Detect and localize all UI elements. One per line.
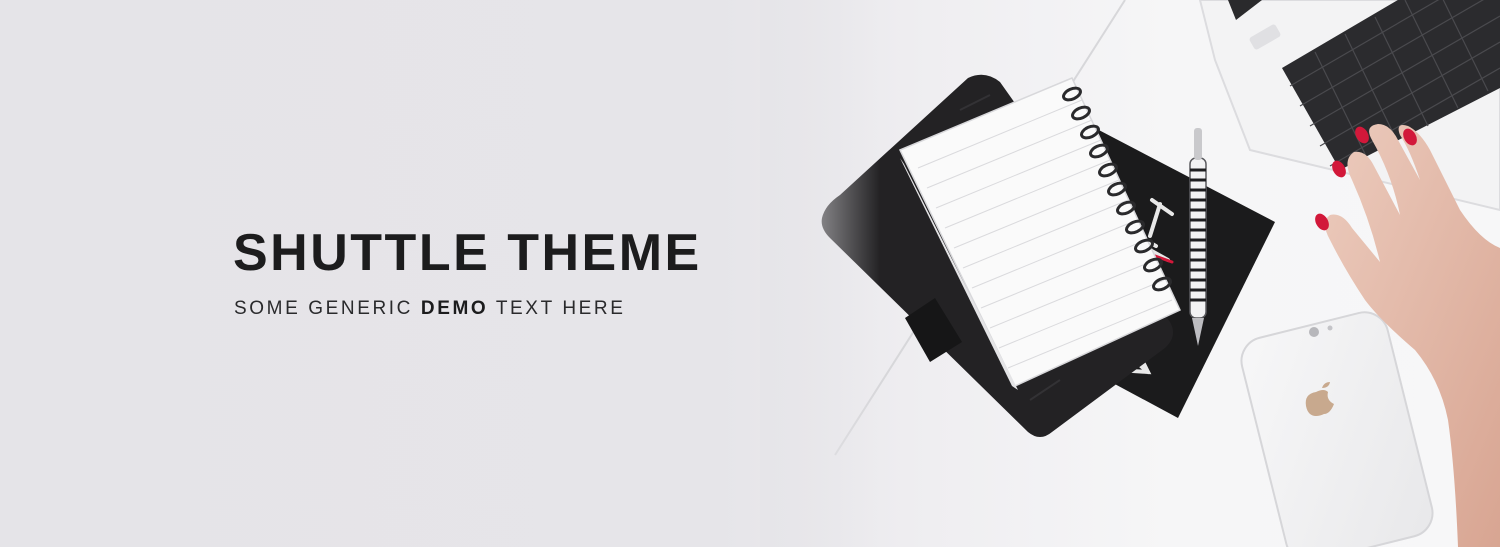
hero-subtitle-before: SOME GENERIC [234,298,421,319]
pen-icon [1189,128,1207,346]
hero-banner: SHUTTLE THEME SOME GENERIC DEMO TEXT HER… [0,0,1500,547]
hero-subtitle-after: TEXT HERE [488,298,626,319]
hero-subtitle-emphasis: DEMO [420,298,489,319]
hero-photo [760,0,1500,547]
laptop-keyboard-icon [1198,0,1500,212]
hero-title: SHUTTLE THEME [233,224,702,282]
hero-subtitle: SOME GENERIC DEMO TEXT HERE [234,297,626,321]
